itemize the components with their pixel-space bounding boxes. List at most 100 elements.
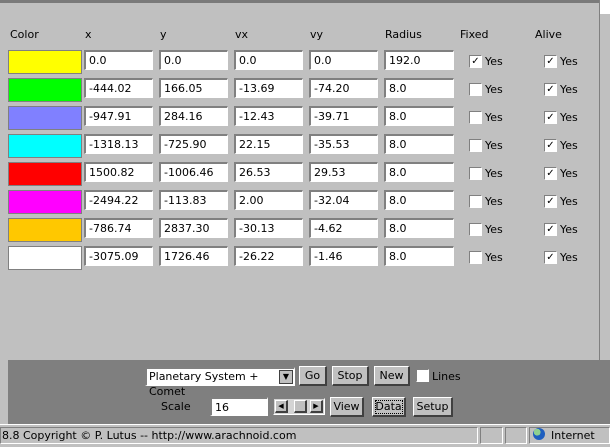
vy-input[interactable]: -4.62 [309, 218, 378, 238]
lines-checkbox[interactable] [416, 369, 429, 382]
y-input[interactable]: -1006.46 [159, 162, 228, 182]
header-vx: vx [235, 28, 249, 41]
scale-input[interactable]: 16 [210, 397, 268, 416]
vx-input[interactable]: 0.0 [234, 50, 303, 70]
table-row: 0.0 0.0 0.0 0.0 192.0 ✓ Yes ✓ Yes [3, 50, 600, 76]
status-cell-1 [480, 427, 503, 444]
header-y: y [160, 28, 167, 41]
color-swatch[interactable] [8, 50, 82, 74]
x-input[interactable]: -786.74 [84, 218, 153, 238]
table-row: -2494.22 -113.83 2.00 -32.04 8.0 Yes ✓ Yes [3, 190, 600, 216]
x-input[interactable]: 1500.82 [84, 162, 153, 182]
color-swatch[interactable] [8, 162, 82, 186]
table-row: -1318.13 -725.90 22.15 -35.53 8.0 Yes ✓ Yes [3, 134, 600, 160]
color-swatch[interactable] [8, 106, 82, 130]
alive-checkbox[interactable]: ✓ [544, 55, 557, 68]
zone-label: Internet [551, 429, 595, 442]
vy-input[interactable]: 0.0 [309, 50, 378, 70]
radius-input[interactable]: 8.0 [384, 106, 454, 126]
fixed-label: Yes [485, 223, 503, 236]
alive-checkbox[interactable]: ✓ [544, 167, 557, 180]
vx-input[interactable]: -13.69 [234, 78, 303, 98]
x-input[interactable]: 0.0 [84, 50, 153, 70]
radius-input[interactable]: 8.0 [384, 162, 454, 182]
y-input[interactable]: -113.83 [159, 190, 228, 210]
scroll-thumb[interactable] [294, 400, 307, 413]
x-input[interactable]: -3075.09 [84, 246, 153, 266]
scrollbar-corner [599, 0, 610, 14]
fixed-checkbox[interactable] [469, 167, 482, 180]
x-input[interactable]: -1318.13 [84, 134, 153, 154]
fixed-label: Yes [485, 83, 503, 96]
top-border [0, 0, 610, 3]
vertical-scrollbar[interactable] [599, 14, 610, 360]
radius-input[interactable]: 8.0 [384, 246, 454, 266]
alive-checkbox[interactable]: ✓ [544, 139, 557, 152]
radius-input[interactable]: 8.0 [384, 190, 454, 210]
y-input[interactable]: 166.05 [159, 78, 228, 98]
alive-label: Yes [560, 55, 578, 68]
vy-input[interactable]: -1.46 [309, 246, 378, 266]
alive-label: Yes [560, 167, 578, 180]
y-input[interactable]: 1726.46 [159, 246, 228, 266]
scale-scrollbar[interactable]: ◀ ▶ [273, 398, 325, 415]
alive-checkbox[interactable]: ✓ [544, 223, 557, 236]
alive-checkbox[interactable]: ✓ [544, 195, 557, 208]
y-input[interactable]: 2837.30 [159, 218, 228, 238]
scroll-left-arrow-icon[interactable]: ◀ [275, 400, 288, 413]
vx-input[interactable]: 22.15 [234, 134, 303, 154]
color-swatch[interactable] [8, 78, 82, 102]
radius-input[interactable]: 192.0 [384, 50, 454, 70]
view-button[interactable]: View [330, 397, 364, 417]
fixed-checkbox[interactable] [469, 195, 482, 208]
x-input[interactable]: -947.91 [84, 106, 153, 126]
alive-checkbox[interactable]: ✓ [544, 111, 557, 124]
vx-input[interactable]: -26.22 [234, 246, 303, 266]
vy-input[interactable]: -35.53 [309, 134, 378, 154]
dropdown-arrow-icon[interactable]: ▼ [279, 370, 293, 384]
setup-button[interactable]: Setup [413, 397, 453, 417]
radius-input[interactable]: 8.0 [384, 134, 454, 154]
x-input[interactable]: -2494.22 [84, 190, 153, 210]
fixed-checkbox[interactable] [469, 223, 482, 236]
alive-checkbox[interactable]: ✓ [544, 251, 557, 264]
color-swatch[interactable] [8, 190, 82, 214]
color-swatch[interactable] [8, 218, 82, 242]
scroll-right-arrow-icon[interactable]: ▶ [310, 400, 323, 413]
alive-label: Yes [560, 223, 578, 236]
fixed-checkbox[interactable]: ✓ [469, 55, 482, 68]
radius-input[interactable]: 8.0 [384, 218, 454, 238]
preset-select[interactable]: Planetary System + Comet ▼ [145, 367, 295, 398]
y-input[interactable]: -725.90 [159, 134, 228, 154]
fixed-checkbox[interactable] [469, 83, 482, 96]
y-input[interactable]: 0.0 [159, 50, 228, 70]
color-swatch[interactable] [8, 134, 82, 158]
vx-input[interactable]: 26.53 [234, 162, 303, 182]
new-button[interactable]: New [374, 366, 410, 386]
radius-input[interactable]: 8.0 [384, 78, 454, 98]
y-input[interactable]: 284.16 [159, 106, 228, 126]
fixed-checkbox[interactable] [469, 111, 482, 124]
table-row: 1500.82 -1006.46 26.53 29.53 8.0 Yes ✓ Yes [3, 162, 600, 188]
preset-select-value: Planetary System + Comet [149, 370, 259, 398]
vx-input[interactable]: -12.43 [234, 106, 303, 126]
fixed-label: Yes [485, 167, 503, 180]
vy-input[interactable]: -74.20 [309, 78, 378, 98]
vy-input[interactable]: -32.04 [309, 190, 378, 210]
vy-input[interactable]: 29.53 [309, 162, 378, 182]
color-swatch[interactable] [8, 246, 82, 270]
fixed-checkbox[interactable] [469, 251, 482, 264]
header-vy: vy [310, 28, 324, 41]
alive-checkbox[interactable]: ✓ [544, 83, 557, 96]
data-button[interactable]: Data [372, 397, 406, 417]
vy-input[interactable]: -39.71 [309, 106, 378, 126]
globe-icon [533, 428, 545, 440]
fixed-checkbox[interactable] [469, 139, 482, 152]
vx-input[interactable]: 2.00 [234, 190, 303, 210]
fixed-label: Yes [485, 55, 503, 68]
vx-input[interactable]: -30.13 [234, 218, 303, 238]
stop-button[interactable]: Stop [332, 366, 369, 386]
go-button[interactable]: Go [299, 366, 327, 386]
x-input[interactable]: -444.02 [84, 78, 153, 98]
applet-window: Color x y vx vy Radius Fixed Alive 0.0 0.… [0, 0, 610, 447]
